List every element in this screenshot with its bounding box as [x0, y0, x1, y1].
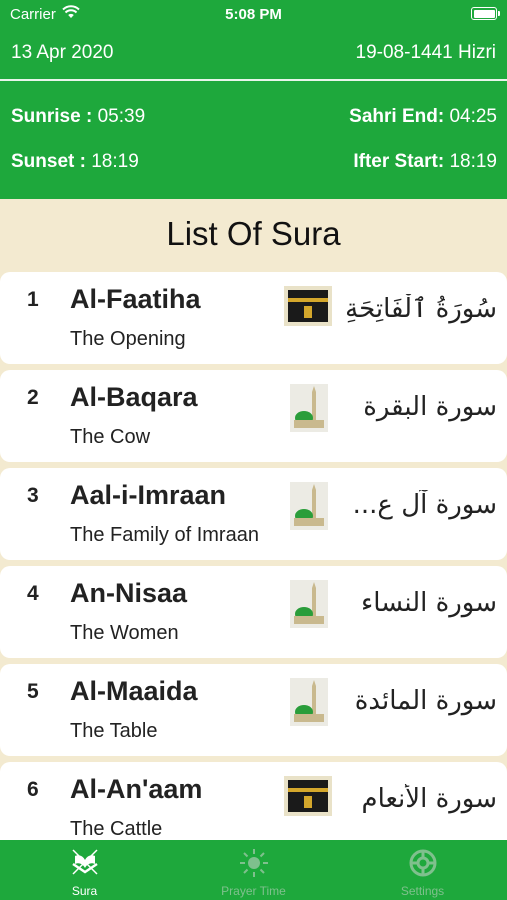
mosque-icon [290, 678, 328, 726]
status-bar: Carrier 5:08 PM [0, 0, 507, 28]
sura-row[interactable]: 3 Aal-i-Imraan The Family of Imraan سورة… [0, 468, 507, 560]
sunrise-row: Sunrise : 05:39 [11, 106, 145, 128]
sahri-label: Sahri End: [349, 106, 445, 127]
sura-number: 4 [27, 582, 39, 605]
header-divider [0, 79, 507, 81]
list-title: List Of Sura [166, 215, 341, 252]
gregorian-date: 13 Apr 2020 [11, 42, 114, 63]
sura-name: Aal-i-Imraan [70, 480, 227, 510]
quran-icon [72, 849, 98, 875]
mosque-icon [290, 384, 328, 432]
tab-bar: Sura Prayer Time Settings [0, 840, 507, 900]
sura-meaning: The Family of Imraan [70, 524, 259, 546]
sura-name: Al-An'aam [70, 774, 203, 804]
kaaba-icon [284, 776, 332, 824]
status-time: 5:08 PM [225, 6, 282, 23]
mosque-icon [290, 482, 328, 530]
sunset-label: Sunset : [11, 151, 86, 172]
sunset-time: 18:19 [91, 151, 139, 172]
sura-arabic-name: سورة البقرة [363, 392, 497, 422]
sunset-row: Sunset : 18:19 [11, 151, 139, 173]
sura-row[interactable]: 2 Al-Baqara The Cow سورة البقرة [0, 370, 507, 462]
sun-icon [240, 849, 268, 877]
tab-label: Prayer Time [221, 884, 286, 898]
sura-meaning: The Cattle [70, 818, 163, 840]
sura-number: 3 [27, 484, 39, 507]
sura-meaning: The Women [70, 622, 179, 644]
sura-arabic-name: سورة الأنعام [361, 784, 497, 814]
sura-number: 2 [27, 386, 39, 409]
ifter-label: Ifter Start: [353, 151, 445, 172]
sunrise-label: Sunrise : [11, 106, 93, 127]
sura-row[interactable]: 5 Al-Maaida The Table سورة المائدة [0, 664, 507, 756]
sura-number: 5 [27, 680, 39, 703]
sura-list[interactable]: 1 Al-Faatiha The Opening سُورَةُ ٱلْفَات… [0, 272, 507, 840]
sura-number: 6 [27, 778, 39, 801]
sura-arabic-name: سورة المائدة [354, 686, 497, 716]
sura-meaning: The Table [70, 720, 158, 742]
mosque-icon [290, 580, 328, 628]
sura-name: Al-Baqara [70, 382, 198, 412]
hijri-date: 19-08-1441 Hizri [355, 42, 496, 63]
sura-name: Al-Maaida [70, 676, 198, 706]
battery-icon [471, 7, 500, 20]
ifter-time: 18:19 [449, 151, 497, 172]
sura-number: 1 [27, 288, 39, 311]
gear-icon [409, 849, 437, 877]
sura-meaning: The Cow [70, 426, 151, 448]
sahri-time: 04:25 [449, 106, 497, 127]
sura-arabic-name: سورة آل ع... [352, 490, 497, 520]
sura-name: An-Nisaa [70, 578, 188, 608]
sura-arabic-name: سورة النساء [361, 588, 497, 618]
ifter-row: Ifter Start: 18:19 [353, 151, 497, 173]
header: Carrier 5:08 PM 13 Apr 2020 19-08-1441 H… [0, 0, 507, 199]
sunrise-time: 05:39 [97, 106, 146, 127]
sura-arabic-name: سُورَةُ ٱلْفَاتِحَةِ [347, 294, 497, 324]
tab-label: Settings [400, 884, 445, 898]
sura-name: Al-Faatiha [70, 284, 201, 314]
tab-prayer-time[interactable]: Prayer Time [169, 840, 338, 900]
kaaba-icon [284, 286, 332, 334]
sura-row[interactable]: 4 An-Nisaa The Women سورة النساء [0, 566, 507, 658]
tab-label: Sura [71, 884, 98, 898]
tab-sura[interactable]: Sura [0, 840, 169, 900]
sura-row[interactable]: 6 Al-An'aam The Cattle سورة الأنعام [0, 762, 507, 840]
sura-row[interactable]: 1 Al-Faatiha The Opening سُورَةُ ٱلْفَات… [0, 272, 507, 364]
sura-meaning: The Opening [70, 328, 186, 350]
tab-settings[interactable]: Settings [338, 840, 507, 900]
sahri-row: Sahri End: 04:25 [349, 106, 497, 128]
